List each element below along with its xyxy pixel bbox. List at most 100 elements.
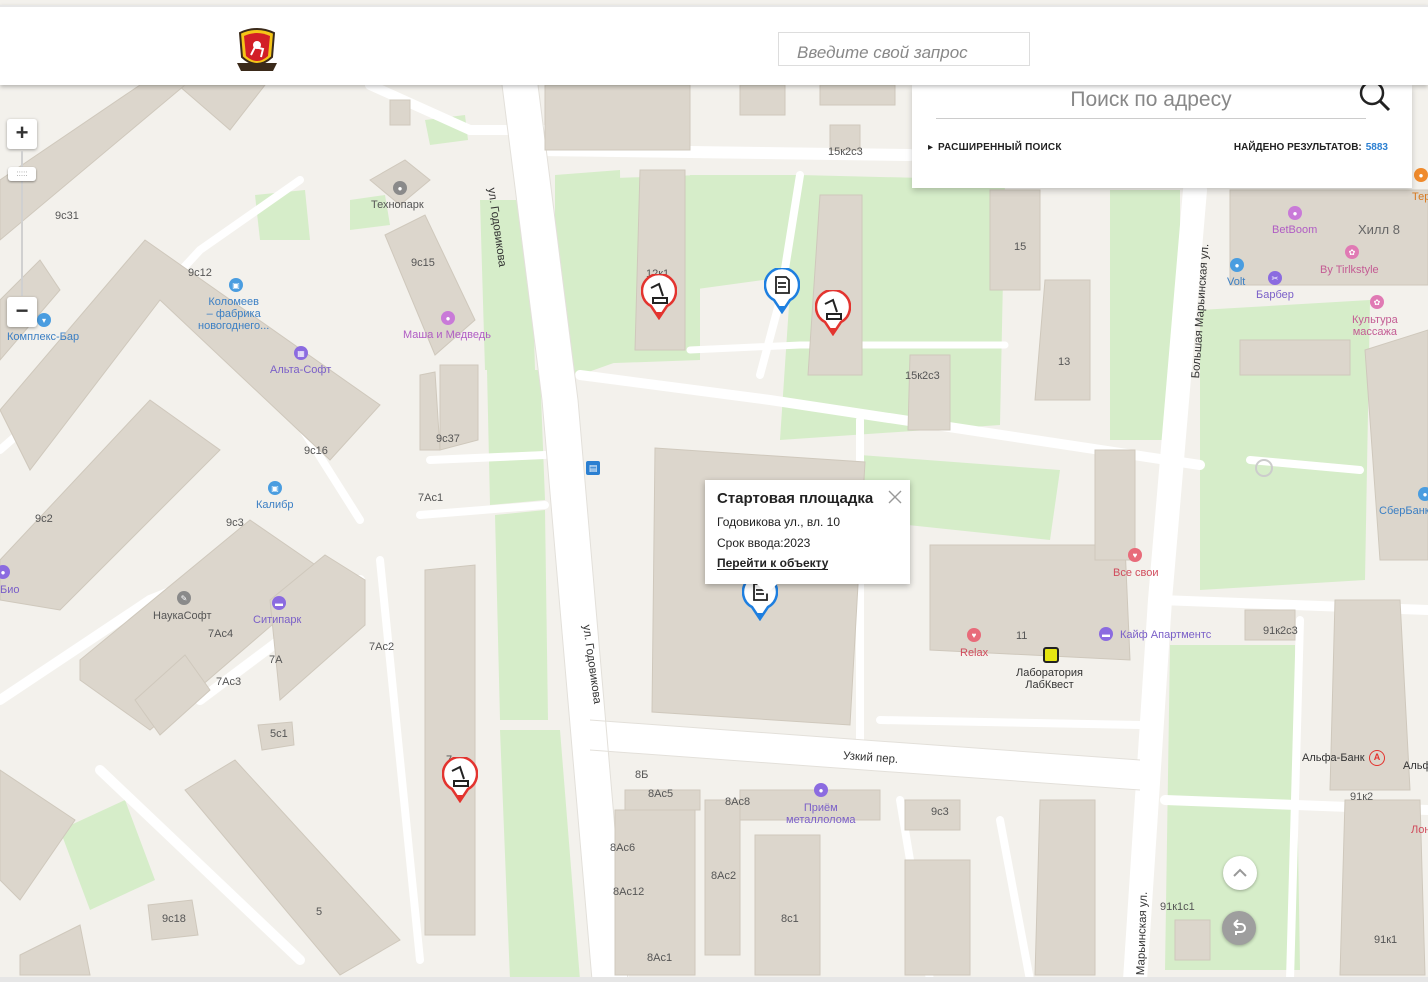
house-number: 8Ас6 [610, 842, 636, 854]
house-number: 15 [1014, 241, 1027, 253]
office-icon[interactable]: ▦ [294, 346, 308, 360]
poi-label[interactable]: Тер [1412, 191, 1428, 203]
poi-label[interactable]: Приём металлолома [786, 802, 856, 826]
construction-marker-red[interactable] [815, 290, 851, 336]
house-number: 9с3 [226, 517, 244, 529]
poi-label[interactable]: Барбер [1256, 289, 1294, 301]
beauty-icon[interactable]: ✿ [1345, 245, 1359, 259]
popup-term: Срок ввода:2023 [717, 536, 811, 550]
house-number: 7Ас1 [418, 492, 444, 504]
shopping-bag-icon[interactable]: ▣ [229, 278, 243, 292]
house-number: 91к1с1 [1160, 901, 1195, 913]
dental-icon[interactable]: ♥ [1128, 548, 1142, 562]
scrap-icon[interactable]: ● [814, 783, 828, 797]
house-number: 8с1 [781, 913, 799, 925]
bus-stop-icon[interactable]: ▤ [586, 461, 600, 475]
document-marker-blue[interactable] [764, 268, 800, 314]
search-input[interactable] [778, 32, 1030, 66]
house-number: 9с15 [411, 257, 435, 269]
top-header [0, 5, 1428, 85]
poi-label[interactable]: BetBoom [1272, 224, 1317, 236]
house-number: Хилл 8 [1358, 222, 1400, 237]
quest-icon[interactable] [1043, 647, 1059, 663]
zoom-in-button[interactable]: + [7, 119, 37, 149]
undo-arrow-icon [1233, 919, 1246, 935]
scissors-icon[interactable]: ✂ [1268, 271, 1282, 285]
popup-address: Годовикова ул., вл. 10 [717, 515, 841, 529]
poi-label[interactable]: Альфа-Банк [1302, 752, 1365, 764]
house-number: 8Ас2 [711, 870, 737, 882]
house-number: 15к2с3 [828, 146, 863, 158]
back-button[interactable] [1222, 911, 1256, 945]
poi-label[interactable]: Лаборатория ЛабКвест [1016, 667, 1083, 691]
technopark-icon[interactable]: ● [393, 181, 407, 195]
house-number: 5 [316, 906, 323, 918]
poi-label[interactable]: Культура массажа [1352, 314, 1398, 338]
betting-icon[interactable]: ● [1288, 206, 1302, 220]
bottom-edge [0, 977, 1428, 982]
massage-icon[interactable]: ✿ [1370, 295, 1384, 309]
poi-label[interactable]: Relax [960, 647, 988, 659]
alfabank-icon[interactable]: А [1369, 750, 1385, 766]
house-number: 13 [1058, 356, 1071, 368]
poi-label[interactable]: Альф [1403, 760, 1428, 772]
poi-label[interactable]: Все свои [1113, 567, 1159, 579]
poi-label[interactable]: Volt [1227, 276, 1245, 288]
house-number: 8Ас8 [725, 796, 751, 808]
address-search-panel: Поиск по адресу РАСШИРЕННЫЙ ПОИСК НАЙДЕН… [912, 80, 1412, 188]
scroll-up-button[interactable] [1223, 856, 1257, 890]
poi-label[interactable]: НаукаСофт [153, 610, 212, 622]
house-number: 8Ас1 [647, 952, 673, 964]
restaurant-icon[interactable]: ● [441, 311, 455, 325]
poi-label[interactable]: Технопарк [371, 199, 424, 211]
house-number: 11 [1016, 630, 1028, 642]
house-number: 91к2 [1350, 791, 1374, 803]
house-number: 9с12 [188, 267, 212, 279]
app-root: ул. Годовикова ул. Годовикова Узкий пер.… [0, 0, 1428, 982]
poi-label[interactable]: Кайф Апартментс [1120, 629, 1211, 641]
house-number: 7Ас2 [369, 641, 395, 653]
close-icon[interactable] [888, 490, 902, 504]
construction-marker-red[interactable] [442, 757, 478, 803]
found-count: 5883 [1365, 142, 1388, 153]
house-number: 91к2с3 [1263, 625, 1298, 637]
house-number: 5с1 [270, 728, 288, 740]
poi-label[interactable]: Лон [1411, 824, 1428, 836]
poi-label[interactable]: Комплекс-Бар [7, 331, 79, 343]
poi-label[interactable]: Маша и Медведь [403, 329, 491, 341]
found-label: НАЙДЕНО РЕЗУЛЬТАТОВ: [1233, 142, 1362, 153]
wrench-icon[interactable]: ✎ [177, 591, 191, 605]
house-number: 9с31 [55, 210, 79, 222]
house-number: 7Ас4 [208, 628, 234, 640]
advanced-search-toggle[interactable]: РАСШИРЕННЫЙ ПОИСК [928, 142, 1062, 153]
found-results: НАЙДЕНО РЕЗУЛЬТАТОВ: 5883 [1234, 142, 1388, 153]
house-number: 91к1 [1374, 934, 1398, 946]
poi-label[interactable]: Ситипарк [253, 614, 301, 626]
shopping-bag-icon[interactable]: ▣ [268, 481, 282, 495]
zoom-control: + ::::: − [7, 119, 37, 327]
house-number: 8Б [635, 769, 649, 781]
poi-label[interactable]: Коломеев – фабрика новогоднего... [198, 296, 269, 332]
hotel-icon[interactable]: ▬ [1099, 627, 1113, 641]
poi-label[interactable]: Био [0, 584, 19, 596]
address-search-input[interactable]: Поиск по адресу [936, 87, 1366, 119]
hotel-icon[interactable]: ▬ [272, 596, 286, 610]
cart-icon[interactable]: ▾ [37, 313, 51, 327]
poi-label[interactable]: Альта-Софт [270, 364, 331, 376]
popup-title: Стартовая площадка [717, 490, 874, 507]
poi-label[interactable]: СберБанк [1379, 505, 1428, 517]
zoom-slider-handle[interactable]: ::::: [8, 167, 36, 181]
marker-icon[interactable]: ● [1414, 168, 1428, 182]
dental-icon[interactable]: ♥ [967, 628, 981, 642]
house-number: 9с16 [304, 445, 328, 457]
go-to-object-link[interactable]: Перейти к объекту [717, 557, 829, 570]
house-number: 7А [269, 654, 283, 666]
zoom-out-button[interactable]: − [7, 297, 37, 327]
construction-marker-red[interactable] [641, 274, 677, 320]
scooter-icon[interactable]: ● [1230, 258, 1244, 272]
bank-icon[interactable]: ● [1418, 487, 1428, 501]
poi-label[interactable]: Калибр [256, 499, 294, 511]
moscow-coat-of-arms-icon[interactable] [237, 27, 277, 73]
house-number: 9с2 [35, 513, 53, 525]
poi-label[interactable]: By Tirlkstyle [1320, 264, 1379, 276]
